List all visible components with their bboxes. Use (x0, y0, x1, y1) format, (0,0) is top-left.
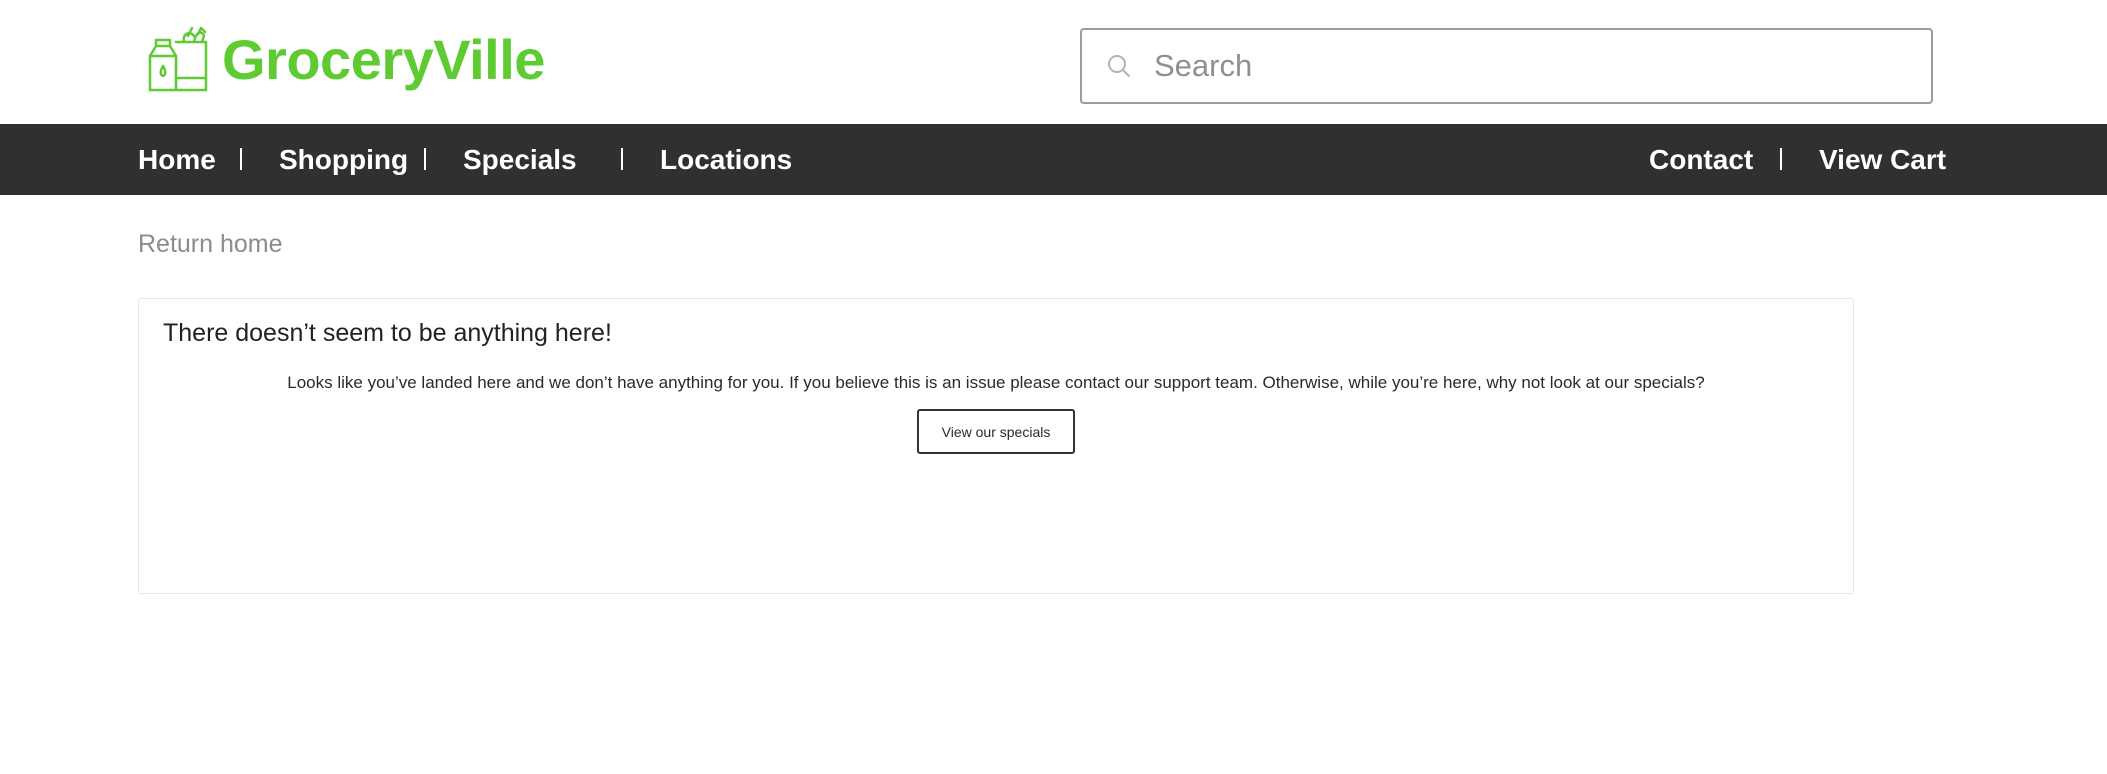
search-input[interactable] (1152, 36, 1931, 96)
grocery-bag-icon (148, 26, 208, 92)
search-icon (1108, 55, 1130, 77)
nav-view-cart[interactable]: View Cart (1819, 124, 1946, 195)
view-specials-button[interactable]: View our specials (917, 409, 1075, 454)
search-box[interactable] (1080, 28, 1933, 104)
nav-locations[interactable]: Locations (660, 124, 792, 195)
empty-state-title: There doesn’t seem to be anything here! (163, 319, 612, 347)
nav-home[interactable]: Home (138, 124, 216, 195)
return-home-link[interactable]: Return home (138, 230, 283, 259)
empty-state-message: Looks like you’ve landed here and we don… (287, 373, 1705, 392)
nav-separator (240, 148, 242, 170)
brand-logo[interactable]: GroceryVille (146, 24, 545, 96)
nav-separator (1780, 148, 1782, 170)
nav-separator (424, 148, 426, 170)
site-header: GroceryVille (0, 0, 2107, 124)
empty-state-card: There doesn’t seem to be anything here! … (138, 298, 1854, 594)
nav-shopping[interactable]: Shopping (279, 124, 408, 195)
nav-separator (621, 148, 623, 170)
brand-name: GroceryVille (222, 28, 545, 91)
nav-contact[interactable]: Contact (1649, 124, 1753, 195)
main-navigation: Home Shopping Specials Locations Contact… (0, 124, 2107, 195)
nav-specials[interactable]: Specials (463, 124, 577, 195)
